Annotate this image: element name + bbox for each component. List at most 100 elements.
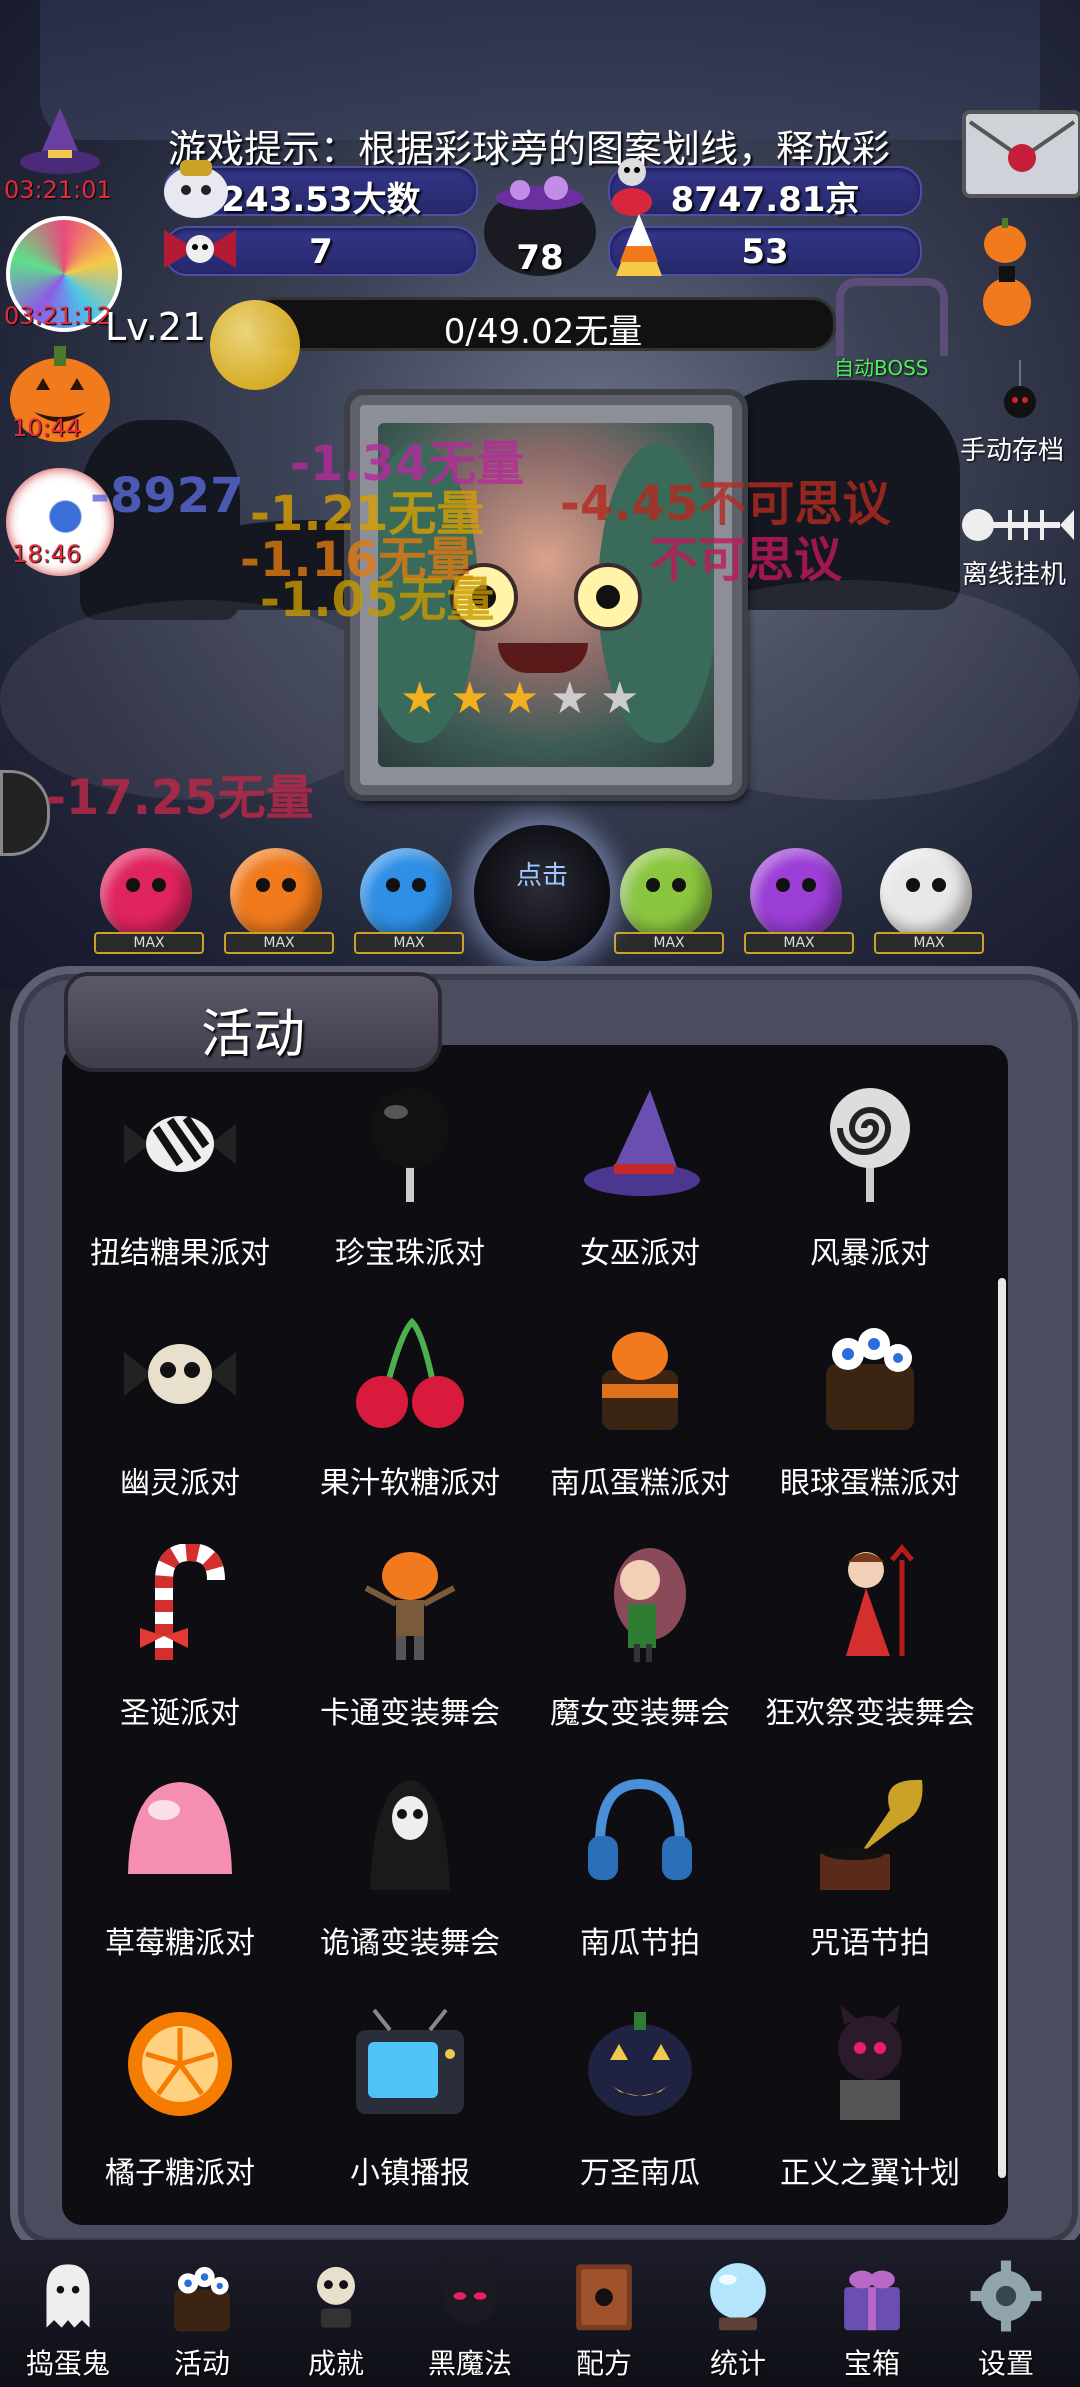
activity-item[interactable]: 风暴派对 bbox=[757, 1070, 983, 1286]
reaper-icon bbox=[350, 1774, 470, 1894]
witch-hat-icon bbox=[20, 108, 100, 174]
nav-item[interactable]: 捣蛋鬼 bbox=[8, 2250, 128, 2380]
activity-item[interactable]: 草莓糖派对 bbox=[67, 1760, 293, 1976]
activity-item-label: 女巫派对 bbox=[580, 1236, 700, 1271]
nav-item[interactable]: 活动 bbox=[142, 2250, 262, 2380]
damage-text: -1.05无量 bbox=[260, 572, 495, 628]
activity-item[interactable]: 卡通变装舞会 bbox=[297, 1530, 523, 1746]
max-tag: MAX bbox=[224, 932, 334, 954]
max-tag: MAX bbox=[874, 932, 984, 954]
activity-item-label: 小镇播报 bbox=[350, 2156, 470, 2191]
headphones-icon bbox=[580, 1774, 700, 1894]
color-bubble[interactable] bbox=[750, 848, 842, 940]
gramophone-icon bbox=[810, 1774, 930, 1894]
activity-item-label: 狂欢祭变装舞会 bbox=[765, 1696, 975, 1731]
nav-item-label: 宝箱 bbox=[843, 2347, 900, 2380]
activity-item[interactable]: 果汁软糖派对 bbox=[297, 1300, 523, 1516]
pumpkin-small-icon bbox=[982, 214, 1028, 266]
strawberry-jelly-icon bbox=[120, 1774, 240, 1894]
activity-item[interactable]: 扭结糖果派对 bbox=[67, 1070, 293, 1286]
activity-item[interactable]: 女巫派对 bbox=[527, 1070, 753, 1286]
cauldron-count: 78 bbox=[516, 238, 564, 278]
eyeball-cake-icon bbox=[810, 1314, 930, 1434]
level-progress-text: 0/49.02无量 bbox=[443, 312, 643, 352]
activity-item[interactable]: 狂欢祭变装舞会 bbox=[757, 1530, 983, 1746]
level-progress-bar: 0/49.02无量 bbox=[250, 297, 836, 352]
activity-item-label: 扭结糖果派对 bbox=[90, 1236, 270, 1271]
fish-bone-icon bbox=[960, 490, 1076, 560]
gift-box-icon bbox=[834, 2254, 910, 2338]
activity-item-label: 果汁软糖派对 bbox=[320, 1466, 500, 1501]
cherry-icon bbox=[350, 1314, 470, 1434]
star-icon: ★ bbox=[500, 673, 540, 724]
activity-item[interactable]: 南瓜蛋糕派对 bbox=[527, 1300, 753, 1516]
auto-boss-label: 自动BOSS bbox=[834, 356, 929, 380]
nav-item[interactable]: 设置 bbox=[946, 2250, 1066, 2380]
activity-item-label: 卡通变装舞会 bbox=[320, 1696, 500, 1731]
spellbook-icon bbox=[566, 2254, 642, 2338]
witch-hat-icon bbox=[580, 1084, 700, 1204]
black-lollipop-icon bbox=[350, 1084, 470, 1204]
auto-boss-button[interactable] bbox=[836, 278, 948, 356]
max-tag: MAX bbox=[614, 932, 724, 954]
click-attack-button[interactable]: 点击 bbox=[474, 825, 610, 961]
gold-coin bbox=[210, 300, 300, 390]
skull-potion-icon bbox=[602, 150, 662, 220]
manual-save-button[interactable]: 手动存档 bbox=[960, 430, 1064, 467]
skull-candy-icon bbox=[120, 1314, 240, 1434]
potion-icon bbox=[975, 262, 1039, 328]
activity-item-label: 珍宝珠派对 bbox=[335, 1236, 485, 1271]
jack-o-lantern-icon bbox=[580, 2004, 700, 2124]
nav-item[interactable]: 成就 bbox=[276, 2250, 396, 2380]
nav-item[interactable]: 宝箱 bbox=[812, 2250, 932, 2380]
timer-1: 03:21:01 bbox=[4, 176, 112, 204]
witch-hat-button[interactable] bbox=[18, 104, 102, 176]
nav-item-label: 活动 bbox=[173, 2347, 230, 2380]
offline-idle-button[interactable]: 离线挂机 bbox=[962, 554, 1066, 591]
demon-statue-icon bbox=[810, 2004, 930, 2124]
nav-item[interactable]: 统计 bbox=[678, 2250, 798, 2380]
devil-girl-icon bbox=[810, 1544, 930, 1664]
activity-item[interactable]: 魔女变装舞会 bbox=[527, 1530, 753, 1746]
demon-icon bbox=[432, 2254, 508, 2338]
pumpkin-man-icon bbox=[350, 1544, 470, 1664]
activity-item[interactable]: 眼球蛋糕派对 bbox=[757, 1300, 983, 1516]
color-bubble[interactable] bbox=[620, 848, 712, 940]
activity-item[interactable]: 诡谲变装舞会 bbox=[297, 1760, 523, 1976]
nav-item[interactable]: 配方 bbox=[544, 2250, 664, 2380]
activity-item-label: 橘子糖派对 bbox=[105, 2156, 255, 2191]
activity-item-label: 幽灵派对 bbox=[120, 1466, 240, 1501]
level-label: Lv.21 bbox=[105, 305, 207, 349]
color-bubble[interactable] bbox=[100, 848, 192, 940]
activity-item[interactable]: 橘子糖派对 bbox=[67, 1990, 293, 2206]
activity-item[interactable]: 珍宝珠派对 bbox=[297, 1070, 523, 1286]
activity-item[interactable]: 万圣南瓜 bbox=[527, 1990, 753, 2206]
max-tag: MAX bbox=[354, 932, 464, 954]
activity-item-label: 风暴派对 bbox=[810, 1236, 930, 1271]
max-tag: MAX bbox=[744, 932, 854, 954]
tv-icon bbox=[350, 2004, 470, 2124]
nav-item[interactable]: 黑魔法 bbox=[410, 2250, 530, 2380]
activity-item[interactable]: 咒语节拍 bbox=[757, 1760, 983, 1976]
candy-cane-icon bbox=[120, 1544, 240, 1664]
color-bubble[interactable] bbox=[880, 848, 972, 940]
activity-item[interactable]: 南瓜节拍 bbox=[527, 1760, 753, 1976]
color-bubble[interactable] bbox=[230, 848, 322, 940]
mail-button[interactable] bbox=[962, 110, 1080, 198]
activity-item[interactable]: 正义之翼计划 bbox=[757, 1990, 983, 2206]
timer-2: 03:21:12 bbox=[4, 302, 112, 330]
nav-item-label: 黑魔法 bbox=[427, 2347, 512, 2380]
activity-item[interactable]: 圣诞派对 bbox=[67, 1530, 293, 1746]
activity-item-label: 正义之翼计划 bbox=[780, 2156, 960, 2191]
swirl-lollipop-icon bbox=[810, 1084, 930, 1204]
color-bubble[interactable] bbox=[360, 848, 452, 940]
activity-item[interactable]: 幽灵派对 bbox=[67, 1300, 293, 1516]
envelope-icon bbox=[968, 120, 1076, 172]
activity-item-label: 南瓜节拍 bbox=[580, 1926, 700, 1961]
pumpkin-cake-icon bbox=[580, 1314, 700, 1434]
star-icon: ★ bbox=[450, 673, 490, 724]
activity-item[interactable]: 小镇播报 bbox=[297, 1990, 523, 2206]
timer-3: 10:44 bbox=[12, 414, 82, 442]
timer-4: 18:46 bbox=[12, 540, 82, 568]
star-icon: ★ bbox=[400, 673, 440, 724]
